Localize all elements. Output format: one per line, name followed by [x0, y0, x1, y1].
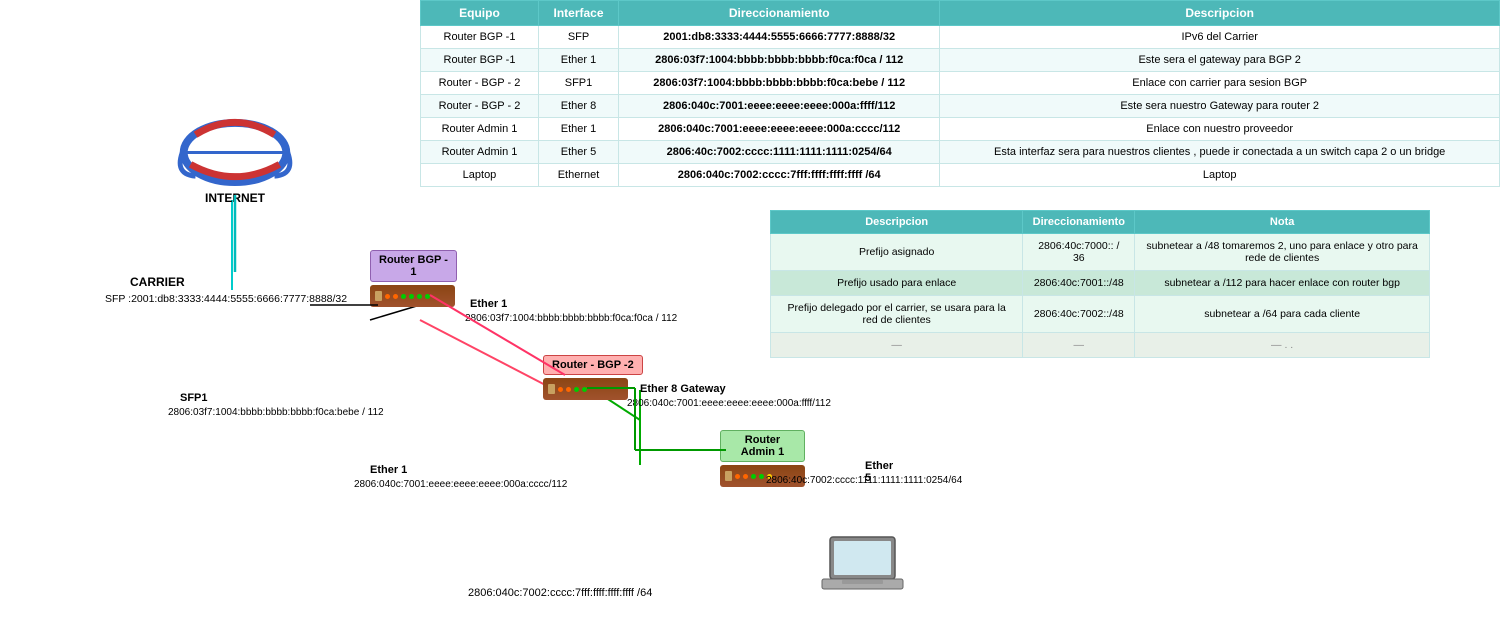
second-cell-descripcion: Prefijo asignado: [771, 234, 1023, 271]
ether8-addr: 2806:040c:7001:eeee:eeee:eeee:000a:ffff/…: [627, 398, 831, 409]
router-bgp2-label: Router - BGP -2: [543, 355, 643, 375]
second-cell-direccionamiento: 2806:40c:7001::/48: [1023, 271, 1135, 296]
second-cell-direccionamiento: 2806:40c:7000:: / 36: [1023, 234, 1135, 271]
second-cell-nota: subnetear a /48 tomaremos 2, uno para en…: [1135, 234, 1430, 271]
internet-cloud: INTERNET: [170, 115, 300, 205]
second-table-row: Prefijo asignado2806:40c:7000:: / 36subn…: [771, 234, 1430, 271]
cell-descripcion: Este sera nuestro Gateway para router 2: [940, 95, 1500, 118]
second-cell-nota: subnetear a /64 para cada cliente: [1135, 296, 1430, 333]
router-bgp1: Router BGP -1: [370, 250, 457, 307]
internet-label: INTERNET: [205, 191, 265, 205]
router-bgp1-label: Router BGP -1: [370, 250, 457, 282]
second-cell-descripcion: —: [771, 333, 1023, 358]
second-cell-direccionamiento: 2806:40c:7002::/48: [1023, 296, 1135, 333]
ether1-bgp1-addr: 2806:03f7:1004:bbbb:bbbb:bbbb:f0ca:f0ca …: [465, 313, 677, 324]
second-table-row: ——— . .: [771, 333, 1430, 358]
ether5-addr: 2806:40c:7002:cccc:1111:1111:1111:0254/6…: [766, 475, 962, 486]
diagram-connections: [0, 0, 760, 622]
second-table-row: Prefijo delegado por el carrier, se usar…: [771, 296, 1430, 333]
second-cell-nota: subnetear a /112 para hacer enlace con r…: [1135, 271, 1430, 296]
connection-lines-svg: [0, 0, 760, 622]
diagram: INTERNET CARRIER SFP :2001:db8:3333:4444…: [0, 0, 760, 622]
ether1-admin-label: Ether 1: [370, 464, 407, 476]
cloud-icon: [175, 115, 295, 189]
cell-descripcion: Esta interfaz sera para nuestros cliente…: [940, 141, 1500, 164]
cell-descripcion: Este sera el gateway para BGP 2: [940, 49, 1500, 72]
router-bgp2: Router - BGP -2: [543, 355, 643, 400]
col2-header-nota: Nota: [1135, 211, 1430, 234]
sfp1-label: SFP1: [180, 392, 208, 404]
second-cell-descripcion: Prefijo usado para enlace: [771, 271, 1023, 296]
second-cell-direccionamiento: —: [1023, 333, 1135, 358]
laptop-svg: [820, 535, 905, 600]
laptop-addr: 2806:040c:7002:cccc:7fff:ffff:ffff:ffff …: [468, 587, 652, 599]
col2-header-descripcion: Descripcion: [771, 211, 1023, 234]
cell-descripcion: Enlace con carrier para sesion BGP: [940, 72, 1500, 95]
col-header-descripcion: Descripcion: [940, 1, 1500, 26]
second-table-section: Descripcion Direccionamiento Nota Prefij…: [770, 210, 1430, 358]
carrier-sfp-label: SFP :2001:db8:3333:4444:5555:6666:7777:8…: [105, 293, 347, 305]
laptop-icon: [820, 535, 905, 603]
second-cell-nota: — . .: [1135, 333, 1430, 358]
sfp1-addr: 2806:03f7:1004:bbbb:bbbb:bbbb:f0ca:bebe …: [168, 407, 384, 418]
second-table: Descripcion Direccionamiento Nota Prefij…: [770, 210, 1430, 358]
second-table-row: Prefijo usado para enlace2806:40c:7001::…: [771, 271, 1430, 296]
ether1-bgp1-header: Ether 1: [470, 298, 507, 310]
col2-header-direccionamiento: Direccionamiento: [1023, 211, 1135, 234]
ether1-admin-addr: 2806:040c:7001:eeee:eeee:eeee:000a:cccc/…: [354, 479, 567, 490]
router-admin1-label: Router Admin 1: [720, 430, 805, 462]
second-cell-descripcion: Prefijo delegado por el carrier, se usar…: [771, 296, 1023, 333]
cell-descripcion: Enlace con nuestro proveedor: [940, 118, 1500, 141]
ether8-label: Ether 8 Gateway: [640, 383, 726, 395]
cell-descripcion: Laptop: [940, 164, 1500, 187]
cell-descripcion: IPv6 del Carrier: [940, 26, 1500, 49]
carrier-label: CARRIER: [130, 275, 185, 289]
